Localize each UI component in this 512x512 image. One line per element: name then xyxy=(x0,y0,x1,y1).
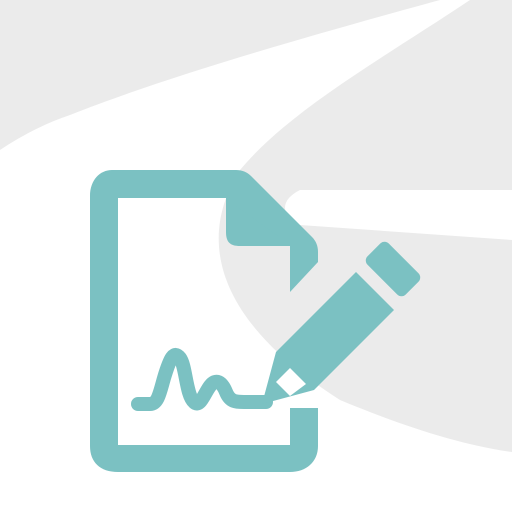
illustration-canvas xyxy=(0,0,512,512)
signature-line xyxy=(131,347,273,411)
sign-document-illustration xyxy=(0,0,512,472)
